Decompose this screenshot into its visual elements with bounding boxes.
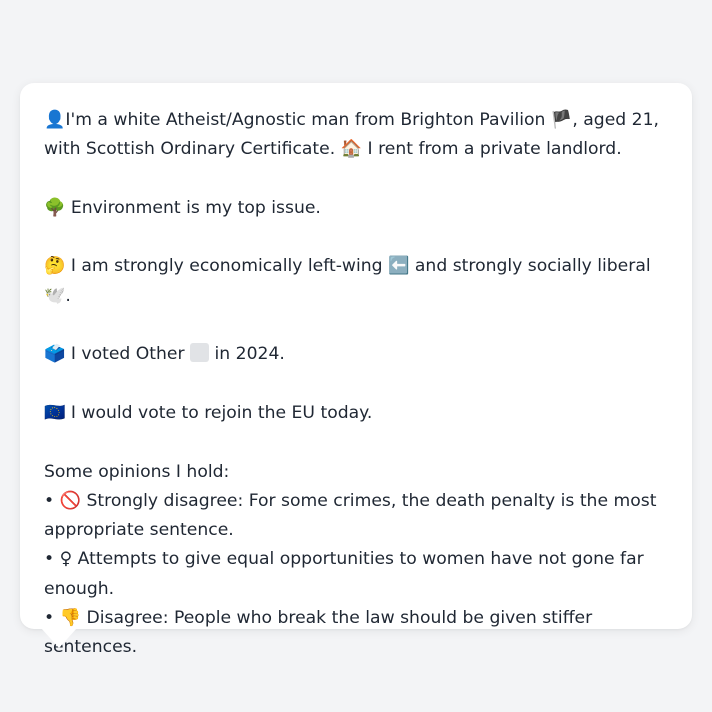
opinion-item-stiffer-sentences: • 👎 Disagree: People who break the law s… bbox=[44, 604, 668, 663]
vote-text-a: I voted Other bbox=[65, 344, 191, 365]
top-issue-text: Environment is my top issue. bbox=[65, 197, 321, 218]
ballot-box-icon: 🗳️ bbox=[44, 344, 66, 365]
left-arrow-icon: ⬅️ bbox=[388, 256, 410, 277]
tree-icon: 🌳 bbox=[44, 197, 66, 218]
bullet: • bbox=[44, 549, 60, 570]
identity-text-c: I rent from a private landlord. bbox=[362, 139, 622, 160]
bullet: • bbox=[44, 608, 60, 629]
ideology-text-a: I am strongly economically left-wing bbox=[65, 256, 389, 277]
persona-message-card: 👤I'm a white Atheist/Agnostic man from B… bbox=[20, 83, 692, 657]
ideology-text-b: and strongly socially liberal bbox=[409, 256, 651, 277]
opinion-text: Attempts to give equal opportunities to … bbox=[44, 549, 644, 599]
opinion-item-women-opportunities: • ♀ Attempts to give equal opportunities… bbox=[44, 545, 668, 604]
thinking-face-icon: 🤔 bbox=[44, 256, 66, 277]
person-icon: 👤 bbox=[44, 110, 66, 130]
female-sign-icon: ♀ bbox=[59, 549, 73, 570]
eu-line: 🇪🇺 I would vote to rejoin the EU today. bbox=[44, 399, 668, 428]
top-issue-line: 🌳 Environment is my top issue. bbox=[44, 194, 668, 223]
opinion-text: Disagree: People who break the law shoul… bbox=[44, 608, 593, 658]
other-party-square-icon bbox=[190, 343, 210, 363]
ideology-text-c: . bbox=[65, 285, 71, 306]
house-icon: 🏠 bbox=[340, 139, 363, 160]
opinion-text: Strongly disagree: For some crimes, the … bbox=[44, 490, 657, 541]
opinions-heading: Some opinions I hold: bbox=[44, 461, 230, 482]
eu-flag-icon: 🇪🇺 bbox=[44, 402, 66, 423]
vote-line: 🗳️ I voted Other in 2024. bbox=[44, 340, 668, 369]
identity-text-a: I'm a white Atheist/Agnostic man from Br… bbox=[65, 110, 551, 130]
opinion-item-death-penalty: • 🚫 Strongly disagree: For some crimes, … bbox=[44, 487, 668, 546]
vote-text-b: in 2024. bbox=[209, 344, 285, 365]
england-flag-icon: 🏴 bbox=[550, 110, 573, 130]
dove-icon: 🕊️ bbox=[44, 285, 66, 306]
prohibited-icon: 🚫 bbox=[59, 490, 82, 511]
identity-line: 👤I'm a white Atheist/Agnostic man from B… bbox=[44, 106, 668, 165]
ideology-line: 🤔 I am strongly economically left-wing ⬅… bbox=[44, 252, 668, 311]
speech-bubble-tail bbox=[41, 628, 77, 648]
eu-text: I would vote to rejoin the EU today. bbox=[65, 402, 373, 423]
bullet: • bbox=[44, 490, 60, 511]
thumbs-down-icon: 👎 bbox=[59, 608, 82, 629]
